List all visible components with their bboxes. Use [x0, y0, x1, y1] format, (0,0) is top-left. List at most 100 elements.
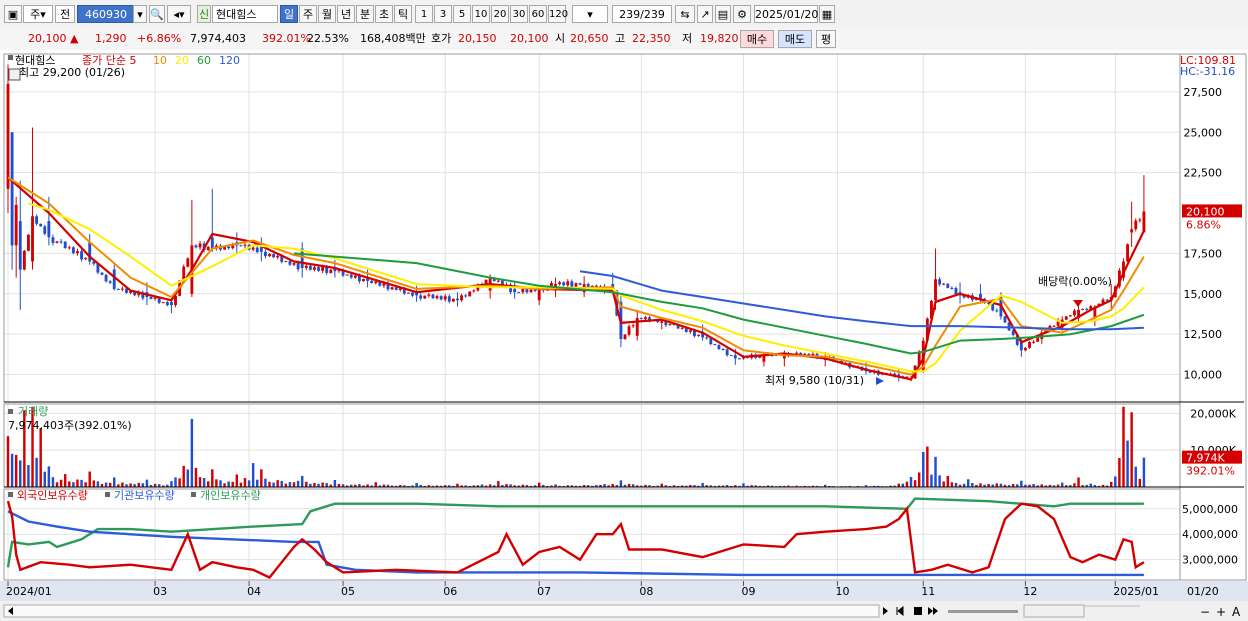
x-axis-bg — [0, 581, 1248, 601]
candle-body-169 — [697, 335, 700, 337]
candle-body-1 — [10, 132, 14, 246]
candle-body-133 — [550, 282, 553, 286]
volume-bar-57 — [239, 482, 243, 487]
volume-bar-8 — [39, 428, 42, 487]
volume-bar-45 — [190, 418, 194, 487]
x-tick-label-9: 11 — [921, 585, 935, 598]
candle-body-79 — [329, 269, 333, 273]
candle-body-135 — [558, 282, 562, 285]
x-tick-label-6: 08 — [639, 585, 653, 598]
candle-body-2 — [14, 204, 18, 246]
candle-body-250 — [1028, 342, 1031, 348]
period-tab-6[interactable]: 틱 — [394, 5, 412, 23]
volume-bar-258 — [1060, 482, 1064, 487]
candle-body-260 — [1068, 315, 1072, 317]
candle-body-110 — [456, 298, 459, 301]
speaker-icon[interactable]: ◂▾ — [167, 5, 191, 23]
eval-button[interactable]: 평 — [816, 30, 836, 48]
candle-body-105 — [435, 296, 439, 299]
interval-button-30[interactable]: 30 — [510, 5, 528, 23]
interval-select[interactable]: ▾ — [572, 5, 608, 23]
sell-button[interactable]: 매도 — [778, 30, 812, 48]
candle-body-106 — [439, 296, 443, 300]
interval-button-10[interactable]: 10 — [472, 5, 490, 23]
volume-bar-261 — [1073, 483, 1076, 487]
volume-bar-278 — [1142, 457, 1146, 487]
candle-body-7 — [35, 216, 39, 224]
volume-bar-248 — [1020, 480, 1023, 487]
interval-button-1[interactable]: 1 — [415, 5, 433, 23]
volume-bar-77 — [321, 482, 324, 487]
draw-icon[interactable]: ↗ — [697, 5, 713, 23]
count-field[interactable]: 239/239 — [612, 5, 672, 23]
candle-body-107 — [443, 296, 447, 300]
stock-chart: 27,500 25,000 22,500 17,500 15,000 12,500 10,0… — [0, 50, 1248, 621]
open-price: 20,650 — [570, 32, 609, 45]
candle-body-83 — [345, 274, 349, 276]
period-tab-0[interactable]: 일 — [280, 5, 298, 23]
volume-value: 7,974,403 — [190, 32, 246, 45]
period-type-select[interactable]: 주▾ — [23, 5, 53, 23]
date-field[interactable]: 2025/01/20 — [754, 5, 818, 23]
volume-bar-243 — [999, 483, 1003, 487]
candle-body-278 — [1142, 211, 1146, 233]
volume-bar-63 — [264, 478, 267, 487]
period-tab-4[interactable]: 분 — [356, 5, 374, 23]
candle-body-46 — [194, 245, 198, 248]
candle-body-19 — [84, 258, 88, 260]
period-tab-5[interactable]: 초 — [375, 5, 393, 23]
zoom-slider — [948, 610, 1018, 613]
period-tab-1[interactable]: 주 — [299, 5, 317, 23]
candle-body-231 — [950, 287, 954, 289]
candle-body-28 — [120, 288, 124, 290]
interval-button-5[interactable]: 5 — [453, 5, 471, 23]
volume-bar-15 — [68, 481, 71, 487]
volume-bar-275 — [1130, 412, 1133, 487]
search-icon[interactable]: 🔍 — [149, 5, 165, 23]
candle-body-69 — [288, 261, 292, 265]
candle-body-3 — [18, 221, 22, 270]
code-dropdown-icon[interactable]: ▾ — [133, 5, 147, 23]
zoom-plus-icon: + — [1216, 605, 1226, 619]
volume-bar-1 — [10, 453, 14, 487]
hold-tick-label-2: 3,000,000 — [1182, 554, 1238, 567]
candle-body-39 — [165, 302, 169, 306]
ma-legend-20: 20 — [175, 54, 189, 67]
gear-icon[interactable]: ⚙ — [733, 5, 751, 23]
buy-button[interactable]: 매수 — [740, 30, 774, 48]
candle-body-238 — [979, 293, 982, 299]
calendar-icon[interactable]: ▦ — [819, 5, 835, 23]
volume-bar-51 — [215, 479, 218, 487]
candle-body-17 — [76, 251, 79, 254]
candle-body-275 — [1130, 229, 1134, 233]
stock-code-input[interactable]: 460930 — [77, 5, 135, 23]
toolbar: ▣ 주▾ 전 460930 ▾ 🔍 ◂▾ 신 현대힘스 일주월년분초틱 1351… — [0, 0, 1248, 29]
period-tab-2[interactable]: 월 — [318, 5, 336, 23]
period-tab-3[interactable]: 년 — [337, 5, 355, 23]
save-icon[interactable]: ▤ — [715, 5, 731, 23]
volume-bar-61 — [256, 479, 259, 487]
candle-body-25 — [108, 281, 112, 283]
volume-bar-2 — [14, 454, 18, 487]
interval-button-3[interactable]: 3 — [434, 5, 452, 23]
interval-button-120[interactable]: 120 — [548, 5, 568, 23]
volume-bar-66 — [276, 480, 279, 487]
volume-bar-41 — [174, 477, 177, 487]
interval-button-60[interactable]: 60 — [529, 5, 547, 23]
volume-bar-65 — [272, 482, 275, 487]
compare-icon[interactable]: ⇆ — [675, 5, 695, 23]
candle-body-99 — [411, 292, 414, 296]
volume-bar-180 — [742, 483, 745, 487]
volume-bar-5 — [27, 465, 30, 487]
volume-bar-72 — [300, 475, 304, 487]
candle-body-38 — [161, 302, 165, 304]
window-icon[interactable]: ▣ — [4, 5, 22, 23]
price-tick-label-3: 17,500 — [1184, 247, 1223, 260]
interval-button-20[interactable]: 20 — [491, 5, 509, 23]
volume-bar-222 — [913, 480, 917, 487]
ma-legend-120: 120 — [219, 54, 240, 67]
volume-bar-44 — [186, 469, 190, 487]
candle-body-128 — [529, 289, 533, 293]
prev-select[interactable]: 전 — [55, 5, 75, 23]
x-tick-label-5: 07 — [537, 585, 551, 598]
